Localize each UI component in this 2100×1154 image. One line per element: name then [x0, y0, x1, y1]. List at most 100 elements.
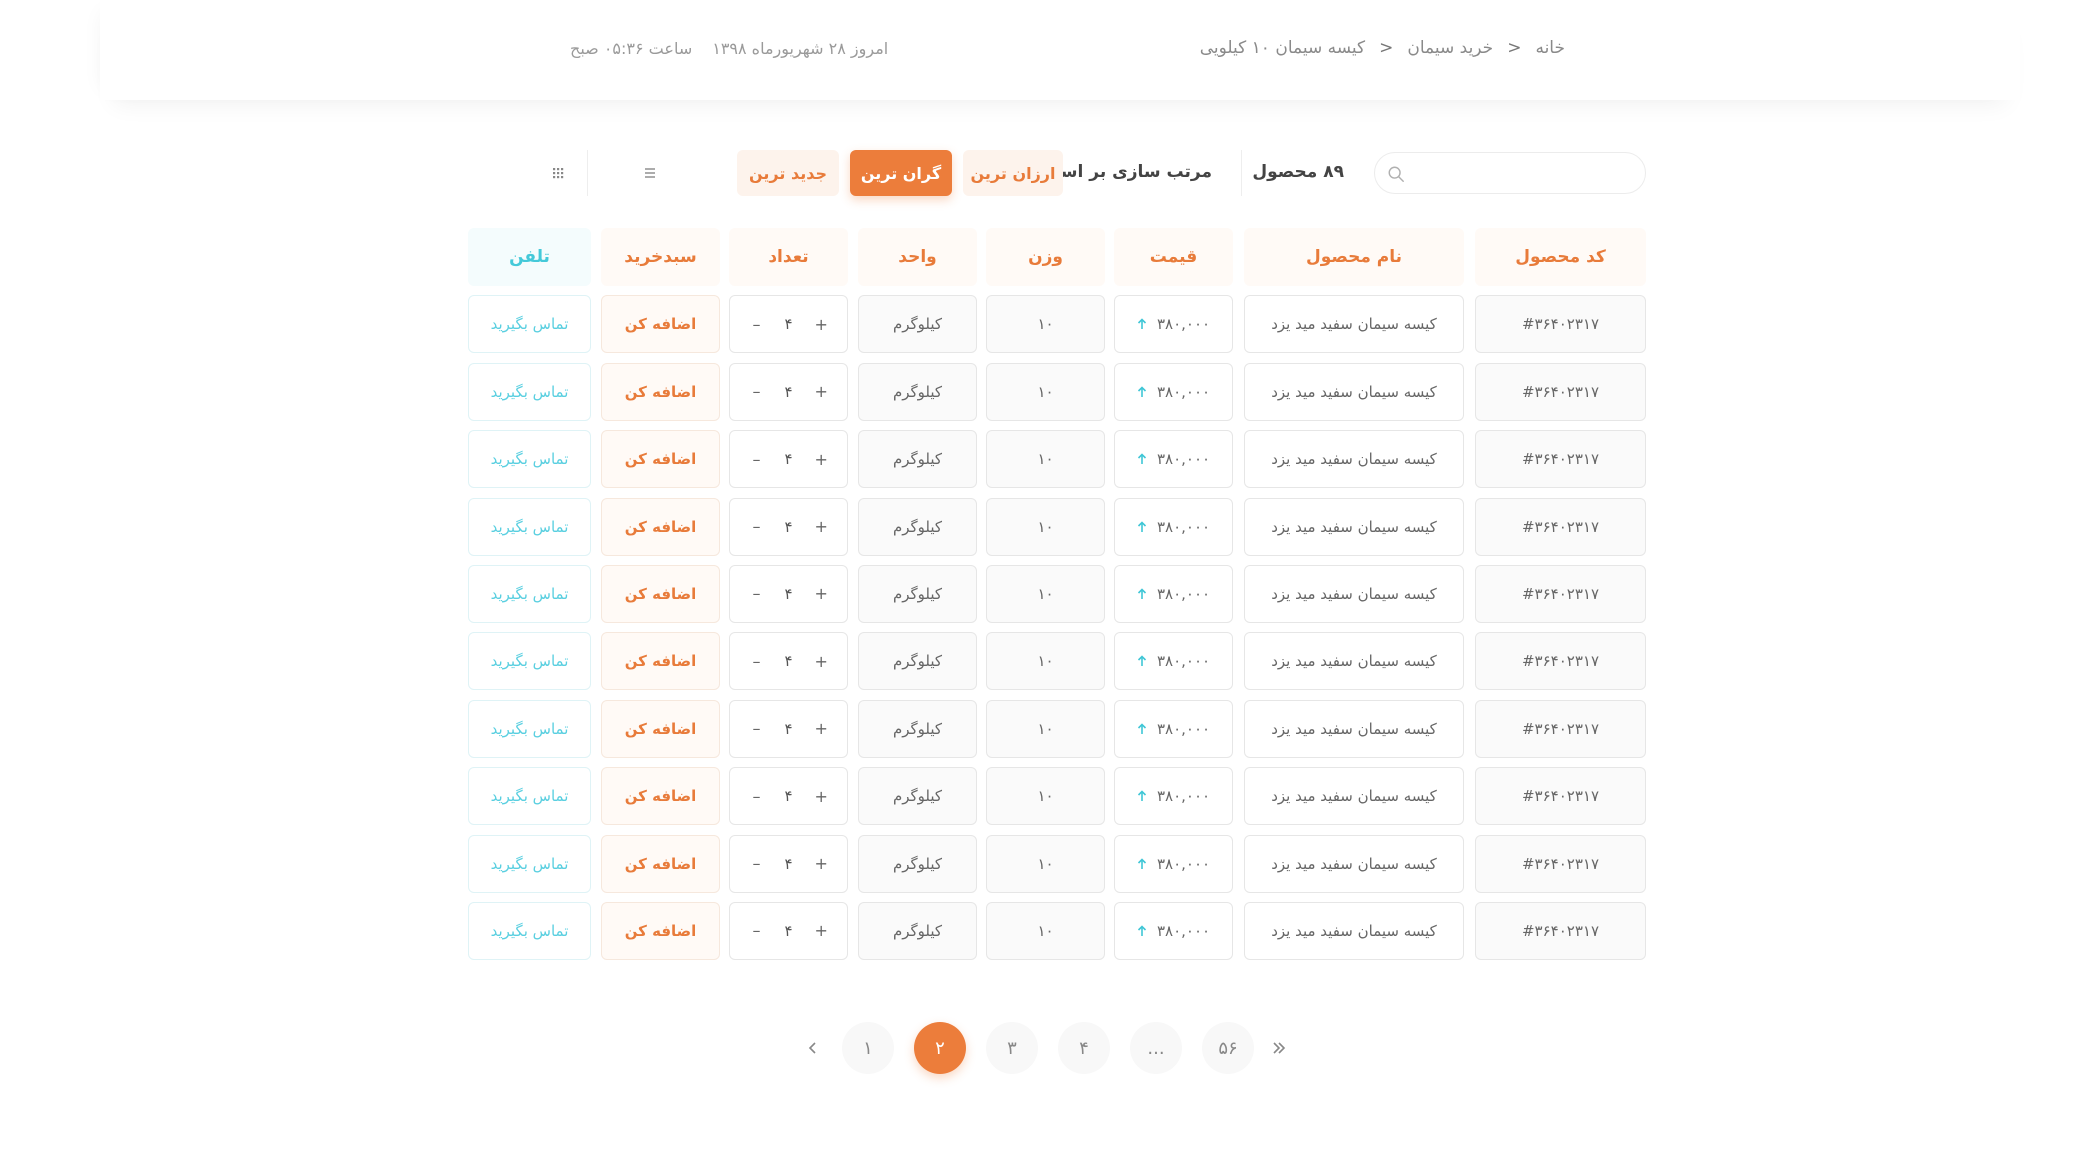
- product-unit: کیلوگرم: [858, 632, 977, 691]
- qty-minus-button[interactable]: –: [750, 652, 762, 671]
- table-row: #۳۶۴۰۲۳۱۷ کیسه سیمان سفید مید یزد ۳۸۰,۰۰…: [468, 767, 1646, 826]
- product-price: ۳۸۰,۰۰۰: [1156, 921, 1211, 940]
- breadcrumb-item-home[interactable]: خانه: [1535, 38, 1565, 58]
- search-icon[interactable]: [1387, 165, 1405, 183]
- qty-wrap: – ۴ +: [750, 584, 828, 603]
- arrow-up-icon: [1137, 857, 1147, 869]
- product-unit: کیلوگرم: [858, 362, 977, 421]
- call-button[interactable]: تماس بگیرید: [468, 632, 591, 691]
- page-1[interactable]: ۱: [842, 1022, 894, 1074]
- call-button[interactable]: تماس بگیرید: [468, 362, 591, 421]
- product-name: کیسه سیمان سفید مید یزد: [1244, 632, 1464, 691]
- call-button[interactable]: تماس بگیرید: [468, 767, 591, 826]
- qty-plus-button[interactable]: +: [815, 584, 828, 603]
- call-button[interactable]: تماس بگیرید: [468, 901, 591, 960]
- product-price-cell: ۳۸۰,۰۰۰: [1114, 767, 1233, 826]
- price-wrap: ۳۸۰,۰۰۰: [1137, 855, 1210, 873]
- product-weight: ۱۰: [986, 632, 1105, 691]
- add-to-cart-button[interactable]: اضافه کن: [601, 901, 720, 960]
- product-code: #۳۶۴۰۲۳۱۷: [1475, 295, 1646, 354]
- add-to-cart-button[interactable]: اضافه کن: [601, 767, 720, 826]
- grid-view-icon[interactable]: [548, 163, 568, 183]
- call-button[interactable]: تماس بگیرید: [468, 699, 591, 758]
- qty-minus-button[interactable]: –: [750, 382, 762, 401]
- add-to-cart-button[interactable]: اضافه کن: [601, 632, 720, 691]
- add-to-cart-button[interactable]: اضافه کن: [601, 430, 720, 489]
- product-weight: ۱۰: [986, 497, 1105, 556]
- add-to-cart-button[interactable]: اضافه کن: [601, 564, 720, 623]
- qty-plus-button[interactable]: +: [815, 921, 828, 940]
- chevron-left-icon[interactable]: [800, 1035, 826, 1061]
- qty-minus-button[interactable]: –: [750, 787, 762, 806]
- product-weight: ۱۰: [986, 564, 1105, 623]
- qty-plus-button[interactable]: +: [815, 382, 828, 401]
- qty-wrap: – ۴ +: [750, 382, 828, 401]
- search-input[interactable]: [1427, 161, 1627, 187]
- header-qty: تعداد: [729, 228, 848, 286]
- product-price-cell: ۳۸۰,۰۰۰: [1114, 295, 1233, 354]
- breadcrumb: خانه > خرید سیمان > کیسه سیمان ۱۰ کیلویی: [1200, 36, 1565, 60]
- qty-value: ۴: [784, 787, 793, 806]
- product-weight: ۱۰: [986, 699, 1105, 758]
- qty-plus-button[interactable]: +: [815, 787, 828, 806]
- add-to-cart-button[interactable]: اضافه کن: [601, 295, 720, 354]
- call-button[interactable]: تماس بگیرید: [468, 564, 591, 623]
- add-to-cart-button[interactable]: اضافه کن: [601, 362, 720, 421]
- table-row: #۳۶۴۰۲۳۱۷ کیسه سیمان سفید مید یزد ۳۸۰,۰۰…: [468, 362, 1646, 421]
- search-box[interactable]: [1374, 152, 1646, 194]
- call-button[interactable]: تماس بگیرید: [468, 295, 591, 354]
- qty-wrap: – ۴ +: [750, 719, 828, 738]
- qty-plus-button[interactable]: +: [815, 854, 828, 873]
- header-price: قیمت: [1114, 228, 1233, 286]
- product-unit: کیلوگرم: [858, 564, 977, 623]
- call-button[interactable]: تماس بگیرید: [468, 834, 591, 893]
- price-wrap: ۳۸۰,۰۰۰: [1137, 922, 1210, 940]
- products-table: کد محصول نام محصول قیمت وزن واحد تعداد س…: [468, 228, 1646, 960]
- quantity-stepper: – ۴ +: [729, 564, 848, 623]
- qty-value: ۴: [784, 719, 793, 738]
- qty-minus-button[interactable]: –: [750, 450, 762, 469]
- divider: [1241, 150, 1242, 196]
- qty-minus-button[interactable]: –: [750, 719, 762, 738]
- toolbar: ۸۹ محصول مرتب سازی بر اساس ارزان ترین گر…: [468, 150, 1646, 196]
- qty-minus-button[interactable]: –: [750, 315, 762, 334]
- product-price: ۳۸۰,۰۰۰: [1156, 450, 1211, 469]
- qty-wrap: – ۴ +: [750, 450, 828, 469]
- add-to-cart-button[interactable]: اضافه کن: [601, 834, 720, 893]
- qty-plus-button[interactable]: +: [815, 450, 828, 469]
- table-header: کد محصول نام محصول قیمت وزن واحد تعداد س…: [468, 228, 1646, 286]
- page-3[interactable]: ۳: [986, 1022, 1038, 1074]
- call-button[interactable]: تماس بگیرید: [468, 430, 591, 489]
- double-chevron-right-icon[interactable]: [1266, 1035, 1292, 1061]
- add-to-cart-button[interactable]: اضافه کن: [601, 699, 720, 758]
- call-button[interactable]: تماس بگیرید: [468, 497, 591, 556]
- list-view-icon[interactable]: [640, 163, 660, 183]
- product-name: کیسه سیمان سفید مید یزد: [1244, 430, 1464, 489]
- product-code: #۳۶۴۰۲۳۱۷: [1475, 632, 1646, 691]
- product-code: #۳۶۴۰۲۳۱۷: [1475, 497, 1646, 556]
- product-name: کیسه سیمان سفید مید یزد: [1244, 767, 1464, 826]
- qty-minus-button[interactable]: –: [750, 517, 762, 536]
- qty-plus-button[interactable]: +: [815, 719, 828, 738]
- quantity-stepper: – ۴ +: [729, 699, 848, 758]
- qty-plus-button[interactable]: +: [815, 517, 828, 536]
- qty-minus-button[interactable]: –: [750, 854, 762, 873]
- qty-plus-button[interactable]: +: [815, 652, 828, 671]
- sort-most-expensive-button[interactable]: گران ترین: [850, 150, 952, 196]
- page-56[interactable]: ۵۶: [1202, 1022, 1254, 1074]
- add-to-cart-button[interactable]: اضافه کن: [601, 497, 720, 556]
- header-unit: واحد: [858, 228, 977, 286]
- sort-cheapest-button[interactable]: ارزان ترین: [963, 150, 1063, 196]
- qty-minus-button[interactable]: –: [750, 584, 762, 603]
- page-4[interactable]: ۴: [1058, 1022, 1110, 1074]
- sort-newest-button[interactable]: جدید ترین: [737, 150, 839, 196]
- current-date: امروز ۲۸ شهریورماه ۱۳۹۸: [712, 38, 889, 58]
- qty-plus-button[interactable]: +: [815, 315, 828, 334]
- product-unit: کیلوگرم: [858, 767, 977, 826]
- product-name: کیسه سیمان سفید مید یزد: [1244, 901, 1464, 960]
- breadcrumb-item-buy-cement[interactable]: خرید سیمان: [1407, 38, 1493, 58]
- page-2[interactable]: ۲: [914, 1022, 966, 1074]
- qty-minus-button[interactable]: –: [750, 921, 762, 940]
- product-code: #۳۶۴۰۲۳۱۷: [1475, 564, 1646, 623]
- qty-wrap: – ۴ +: [750, 787, 828, 806]
